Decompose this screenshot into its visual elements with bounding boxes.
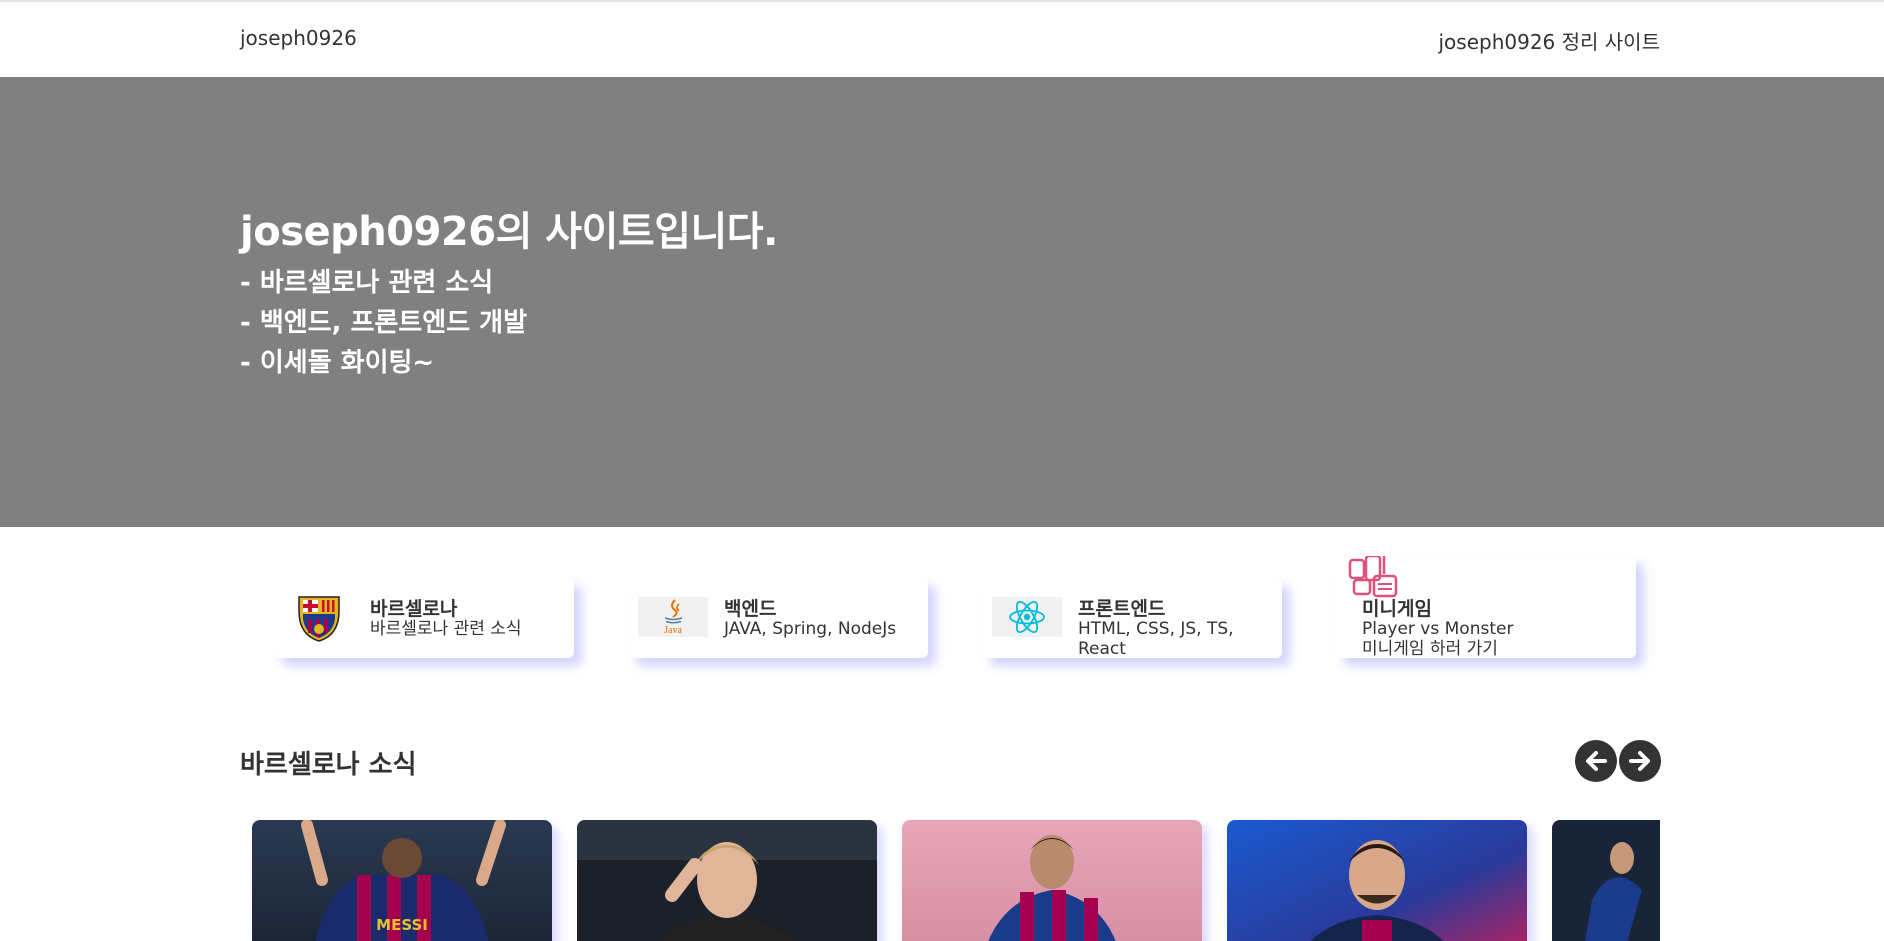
minigame-logo-icon [1348,554,1400,598]
arrow-right-icon [1629,751,1650,771]
jersey-name: MESSI [376,916,428,934]
busquets-photo [1227,820,1527,941]
messi-photo: MESSI [252,820,552,941]
section-title: 바르셀로나 소식 [240,750,417,780]
category-desc: HTML, CSS, JS, TS, React [1078,619,1234,659]
category-desc-line: Player vs Monster [1362,619,1514,639]
hero-title: joseph0926의 사이트입니다. [240,209,778,255]
category-desc: 바르셀로나 관련 소식 [370,619,522,639]
category-title: 바르셀로나 [370,598,458,620]
category-card-barcelona[interactable]: 바르셀로나 바르셀로나 관련 소식 [274,578,574,658]
category-desc: JAVA, Spring, NodeJs [724,619,897,639]
brand-link[interactable]: joseph0926 [240,26,357,50]
category-title: 프론트엔드 [1078,598,1166,620]
category-desc: Player vs Monster 미니게임 하러 가기 [1362,619,1622,659]
news-card[interactable] [577,820,877,941]
category-card-frontend[interactable]: 프론트엔드 HTML, CSS, JS, TS, React [982,578,1282,659]
hero-line-barcelona: - 바르셀로나 관련 소식 [240,268,494,298]
category-desc-line: 미니게임 하러 가기 [1362,639,1498,659]
react-logo-icon [992,597,1062,637]
player-photo-5 [1552,820,1660,941]
news-card[interactable]: MESSI [252,820,552,941]
next-button[interactable] [1619,740,1661,782]
hero-line-dev: - 백엔드, 프론트엔드 개발 [240,308,528,338]
news-card[interactable] [902,820,1202,941]
category-title: 미니게임 [1362,598,1432,620]
fc-barcelona-crest-icon [284,596,354,642]
hero-line-lee-sedol: - 이세돌 화이팅~ [240,348,435,378]
category-title: 백엔드 [724,598,777,620]
java-logo-text: Java [664,625,682,636]
pedri-photo [902,820,1202,941]
prev-button[interactable] [1575,740,1617,782]
news-card[interactable] [1227,820,1527,941]
news-slider: MESSI [240,820,1660,941]
navbar: joseph0926 joseph0926 정리 사이트 [0,2,1884,77]
de-jong-photo [577,820,877,941]
hero-list: - 바르셀로나 관련 소식 - 백엔드, 프론트엔드 개발 - 이세돌 화이팅~ [240,263,527,383]
category-card-backend[interactable]: Java 백엔드 JAVA, Spring, NodeJs [628,578,928,658]
summary-site-link[interactable]: joseph0926 정리 사이트 [1438,26,1660,55]
arrow-left-icon [1586,751,1607,771]
java-logo-icon: Java [638,597,708,637]
category-card-minigame[interactable]: 미니게임 Player vs Monster 미니게임 하러 가기 [1336,554,1636,659]
news-card[interactable] [1552,820,1660,941]
hero-banner: joseph0926의 사이트입니다. - 바르셀로나 관련 소식 - 백엔드,… [0,77,1884,527]
